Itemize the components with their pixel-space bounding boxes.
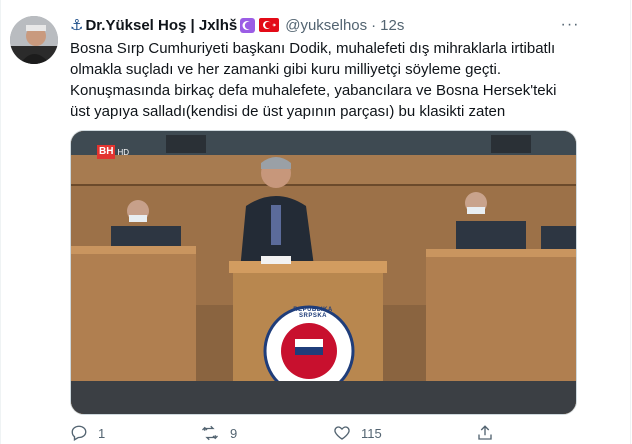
- crescent-star-icon: [240, 17, 256, 33]
- like-count: 115: [361, 425, 382, 441]
- tweet-header: ⚓ Dr.Yüksel Hoş | Jxlhš @yukselhos · 12s: [70, 14, 404, 36]
- share-icon: [478, 425, 492, 440]
- channel-logo: BH HD: [97, 145, 129, 159]
- retweet-button[interactable]: 9: [200, 424, 237, 442]
- tweet-video[interactable]: BH HD REPUBLIKA SRPSKA: [70, 130, 577, 415]
- author-handle[interactable]: @yukselhos: [285, 17, 367, 34]
- reply-count: 1: [98, 425, 106, 441]
- avatar-image: [10, 16, 58, 64]
- heart-icon: [334, 426, 350, 440]
- reply-icon: [71, 425, 87, 441]
- like-button[interactable]: 115: [333, 424, 382, 442]
- share-button[interactable]: [476, 424, 504, 442]
- more-options-icon[interactable]: ···: [558, 16, 582, 34]
- tweet-text-line: Konuşmasında birkaç defa muhalefete, yab…: [70, 82, 557, 120]
- avatar[interactable]: [10, 16, 58, 64]
- retweet-icon: [202, 425, 218, 441]
- channel-logo-sub: HD: [117, 147, 130, 157]
- channel-logo-text: BH: [97, 145, 116, 159]
- turkey-flag-icon: [259, 18, 280, 32]
- timeline-right-border: [630, 0, 631, 444]
- anchor-icon: ⚓: [70, 17, 84, 34]
- reply-button[interactable]: 1: [70, 424, 105, 442]
- tweet-actions: 1 9 115: [70, 424, 590, 444]
- retweet-count: 9: [230, 425, 238, 441]
- seal-text: REPUBLIKA SRPSKA: [293, 307, 333, 319]
- separator-dot: ·: [371, 16, 377, 34]
- tweet-text-line: Bosna Sırp Cumhuriyeti başkanı Dodik, mu…: [70, 40, 556, 78]
- video-frame: [71, 131, 576, 414]
- author-name[interactable]: Dr.Yüksel Hoş | Jxlhš: [85, 17, 237, 34]
- tweet-timestamp[interactable]: 12s: [380, 17, 404, 34]
- tweet-text: Bosna Sırp Cumhuriyeti başkanı Dodik, mu…: [70, 38, 580, 122]
- timeline-left-border: [0, 0, 1, 444]
